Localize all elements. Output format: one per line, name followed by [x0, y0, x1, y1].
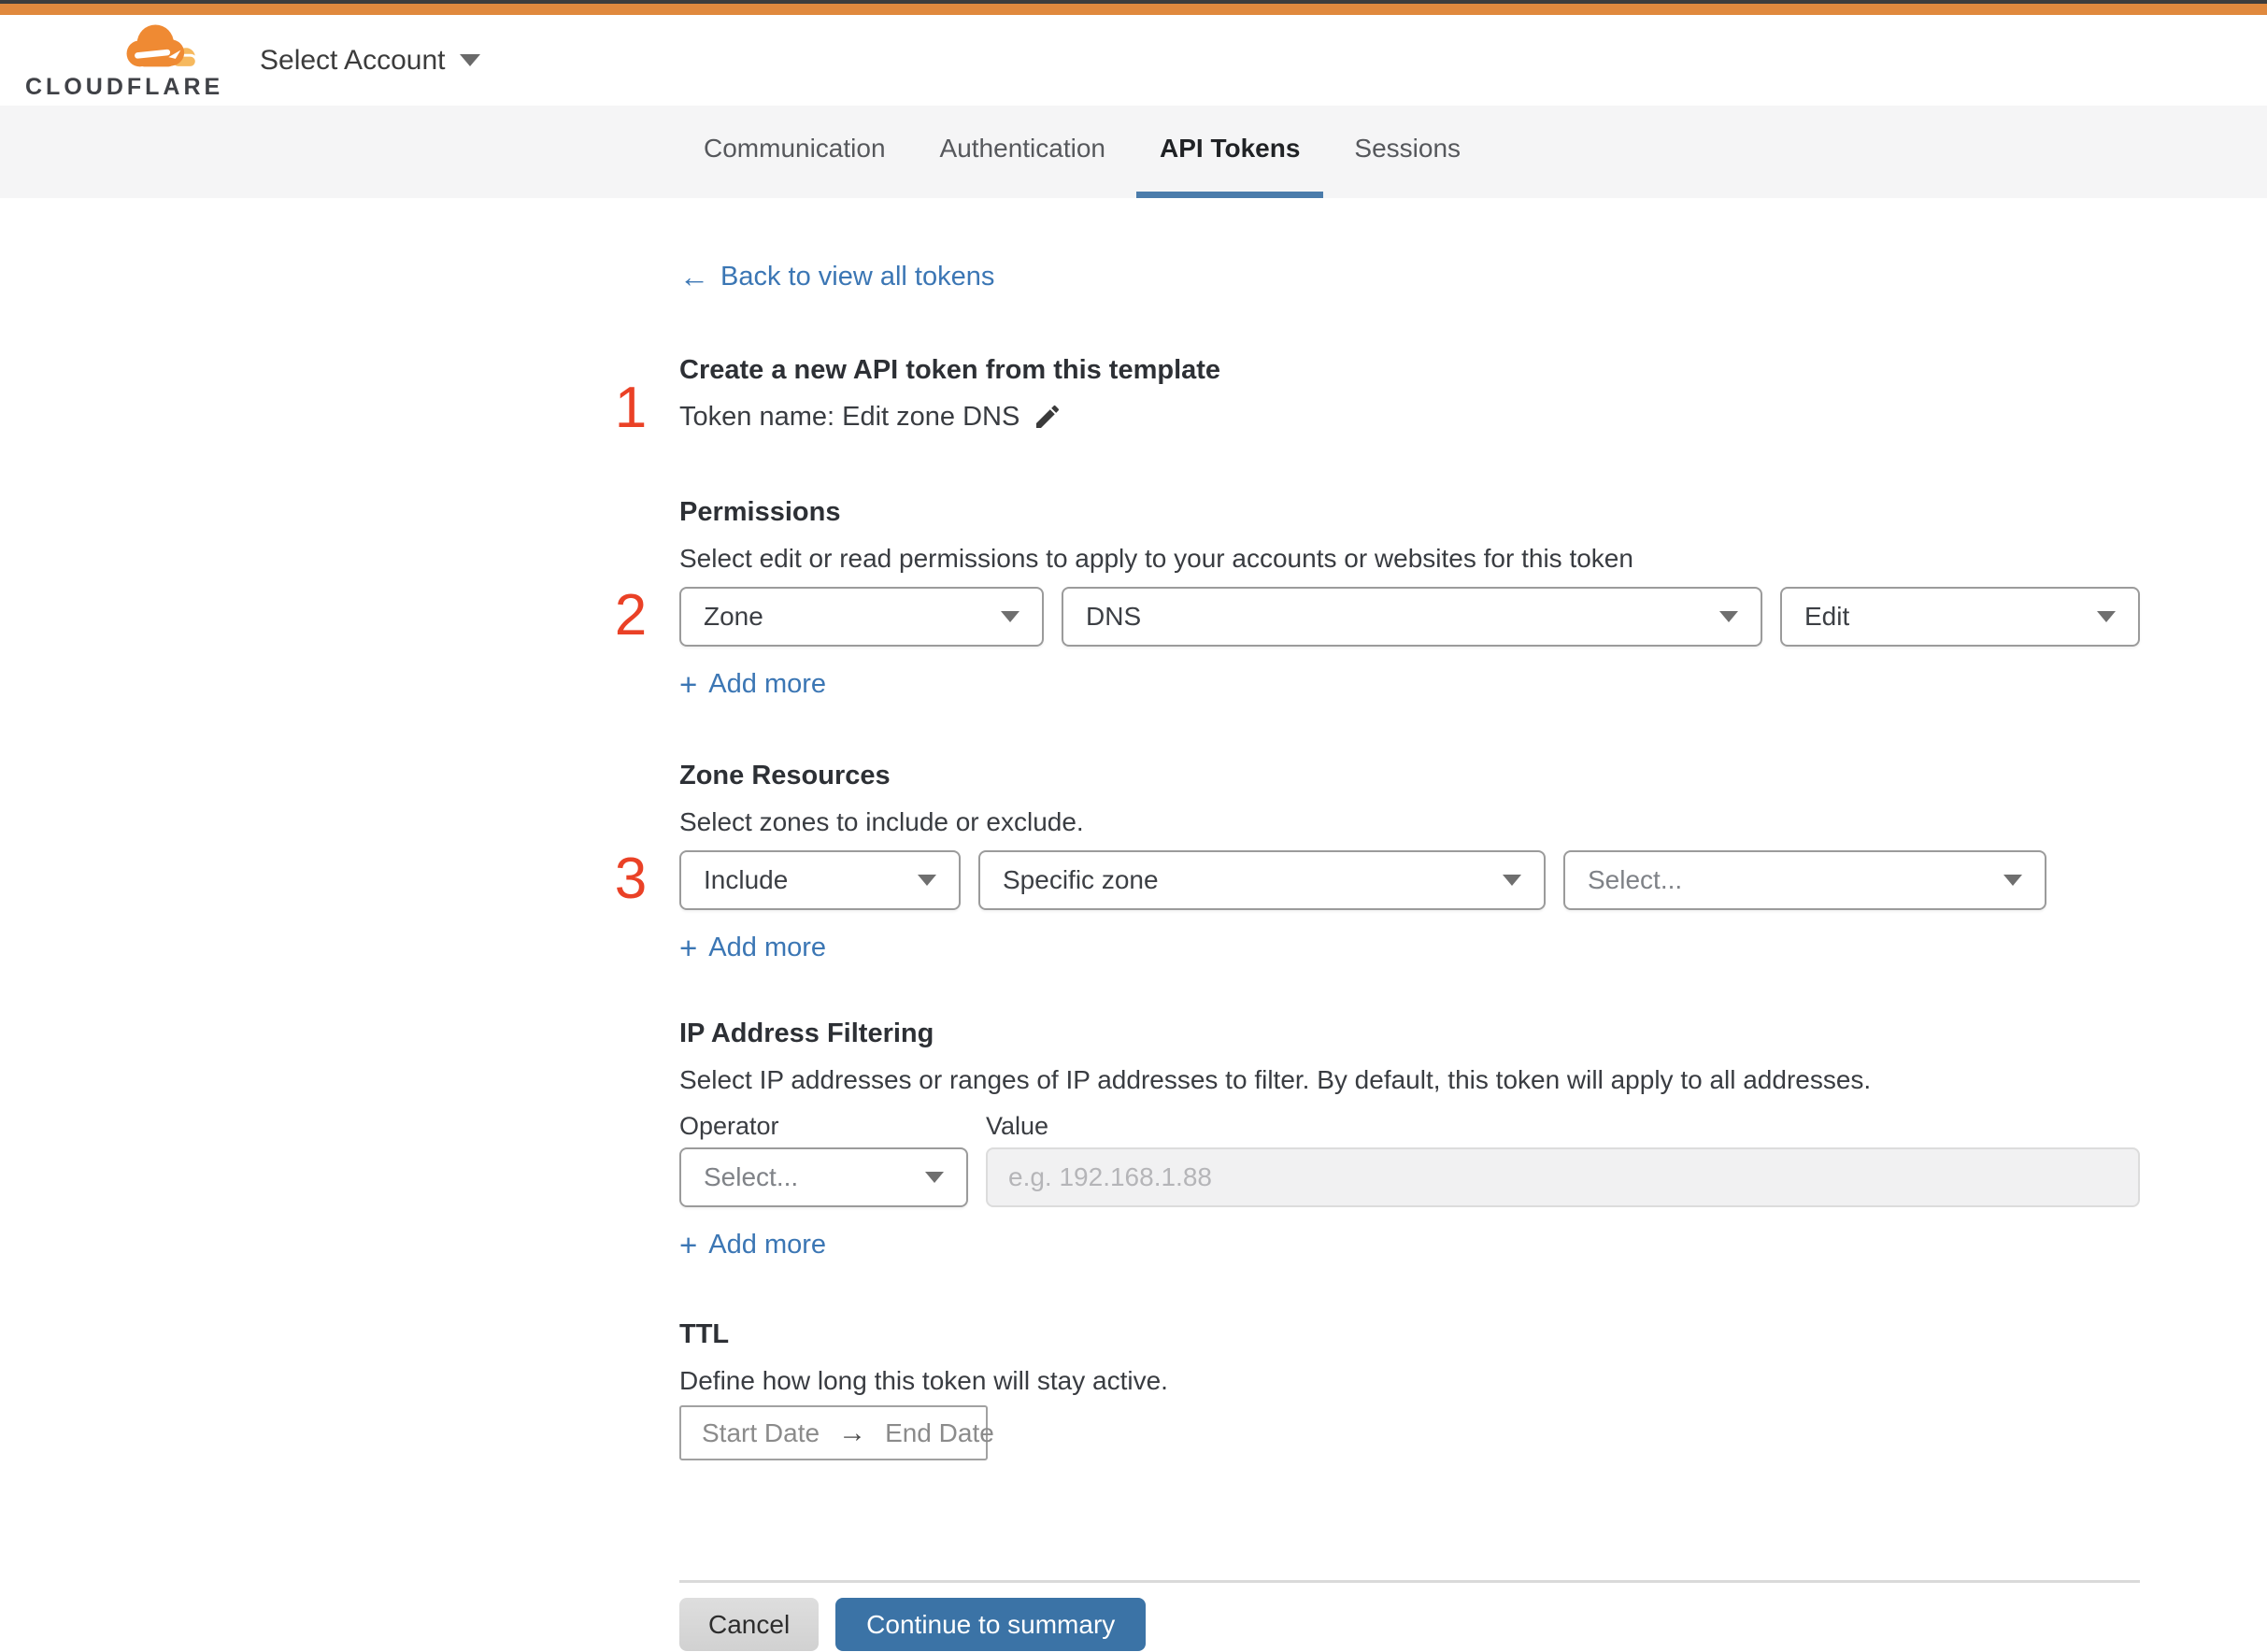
back-arrow-icon: ←: [679, 260, 709, 293]
ip-filtering-subtitle: Select IP addresses or ranges of IP addr…: [679, 1065, 1872, 1094]
page-title: Create a new API token from this templat…: [679, 355, 1221, 385]
ip-filtering-add-more-link[interactable]: + Add more: [679, 1228, 826, 1261]
start-date-label: Start Date: [702, 1417, 820, 1447]
zone-resources-title: Zone Resources: [679, 761, 891, 790]
zone-include-value: Include: [704, 865, 789, 894]
permissions-subtitle: Select edit or read permissions to apply…: [679, 544, 1633, 573]
token-name-text: Token name: Edit zone DNS: [679, 402, 1020, 432]
step-number-3: 3: [614, 847, 648, 911]
permission-scope-select[interactable]: Zone: [679, 587, 1044, 647]
permissions-select-row: 2 Zone DNS Edit: [615, 587, 2140, 647]
permissions-section: Permissions Select edit or read permissi…: [615, 495, 2140, 701]
ip-filtering-section: IP Address Filtering Select IP addresses…: [679, 1017, 2140, 1261]
zone-resources-subtitle: Select zones to include or exclude.: [679, 807, 1084, 836]
permission-group-value: DNS: [1086, 602, 1142, 631]
continue-to-summary-button[interactable]: Continue to summary: [835, 1598, 1147, 1651]
operator-label: Operator: [679, 1112, 779, 1140]
app-header: CLOUDFLARE Select Account: [0, 15, 2267, 106]
zone-type-value: Specific zone: [1003, 865, 1159, 894]
caret-down-icon: [1719, 611, 1738, 622]
zone-include-select[interactable]: Include: [679, 850, 961, 910]
caret-down-icon: [918, 875, 936, 886]
back-to-tokens-link[interactable]: ← Back to view all tokens: [679, 260, 994, 293]
tabs-group: Communication Authentication API Tokens …: [680, 106, 1484, 198]
caret-down-icon: [1001, 611, 1019, 622]
footer-actions: Cancel Continue to summary: [679, 1598, 2140, 1651]
caret-down-icon: [2097, 611, 2116, 622]
arrow-right-icon: →: [838, 1417, 867, 1448]
permission-group-select[interactable]: DNS: [1062, 587, 1762, 647]
caret-down-icon: [925, 1172, 944, 1183]
cloudflare-api-token-page: CLOUDFLARE Select Account Communication …: [0, 0, 2267, 1652]
edit-pencil-icon[interactable]: [1033, 402, 1062, 432]
profile-tab-bar: Communication Authentication API Tokens …: [0, 106, 2267, 198]
tab-sessions[interactable]: Sessions: [1331, 106, 1484, 198]
cloudflare-logo: CLOUDFLARE: [25, 19, 224, 101]
permission-access-value: Edit: [1804, 602, 1850, 631]
main-content: ← Back to view all tokens 1 Create a new…: [615, 198, 2140, 1651]
zone-pick-value: Select...: [1588, 865, 1683, 894]
permissions-add-more-link[interactable]: + Add more: [679, 667, 826, 701]
tab-api-tokens[interactable]: API Tokens: [1136, 106, 1324, 198]
value-label: Value: [986, 1112, 1049, 1140]
ip-filtering-title: IP Address Filtering: [679, 1018, 934, 1048]
ip-value-input[interactable]: [986, 1147, 2140, 1207]
account-selector-label: Select Account: [260, 44, 446, 76]
permissions-title: Permissions: [679, 497, 841, 527]
end-date-label: End Date: [885, 1417, 994, 1447]
ip-operator-value: Select...: [704, 1162, 799, 1191]
zone-type-select[interactable]: Specific zone: [978, 850, 1546, 910]
tab-communication[interactable]: Communication: [680, 106, 909, 198]
plus-icon: +: [679, 1227, 698, 1262]
ttl-section: TTL Define how long this token will stay…: [679, 1317, 2140, 1460]
add-more-label: Add more: [708, 933, 827, 962]
ttl-title: TTL: [679, 1319, 730, 1349]
back-link-label: Back to view all tokens: [720, 262, 995, 292]
zone-pick-select[interactable]: Select...: [1563, 850, 2046, 910]
token-name-line: Token name: Edit zone DNS: [679, 398, 2140, 435]
add-more-label: Add more: [708, 669, 827, 699]
add-more-label: Add more: [708, 1230, 827, 1260]
step-number-1: 1: [614, 376, 648, 440]
ttl-date-range-picker[interactable]: Start Date → End Date: [679, 1405, 994, 1460]
zone-resources-add-more-link[interactable]: + Add more: [679, 931, 826, 964]
step-number-2: 2: [614, 583, 648, 648]
zone-resources-select-row: 3 Include Specific zone Select...: [615, 850, 2140, 910]
token-template-intro: 1 Create a new API token from this templ…: [615, 353, 2140, 437]
ip-field-labels: Operator Value: [679, 1110, 2140, 1142]
ttl-subtitle: Define how long this token will stay act…: [679, 1366, 1168, 1395]
permission-access-select[interactable]: Edit: [1780, 587, 2140, 647]
ip-filter-row: Select...: [679, 1147, 2140, 1207]
footer-divider: [679, 1580, 2140, 1583]
cancel-button[interactable]: Cancel: [679, 1598, 820, 1651]
caret-down-icon: [2003, 875, 2022, 886]
cloudflare-cloud-icon: [126, 24, 198, 70]
caret-down-icon: [1503, 875, 1521, 886]
tab-authentication[interactable]: Authentication: [917, 106, 1129, 198]
top-orange-accent-bar: [0, 4, 2267, 15]
permission-scope-value: Zone: [704, 602, 763, 631]
cloudflare-wordmark: CLOUDFLARE: [25, 74, 224, 100]
plus-icon: +: [679, 930, 698, 965]
zone-resources-section: Zone Resources Select zones to include o…: [615, 759, 2140, 964]
ip-operator-select[interactable]: Select...: [679, 1147, 968, 1207]
account-selector[interactable]: Select Account: [260, 15, 481, 106]
caret-down-icon: [460, 54, 481, 66]
plus-icon: +: [679, 666, 698, 702]
